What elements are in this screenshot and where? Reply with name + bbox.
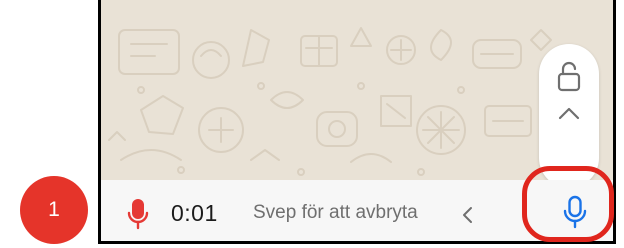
recording-mic-icon [127, 199, 149, 230]
swipe-to-cancel-hint[interactable]: Svep för att avbryta [253, 202, 418, 224]
lock-open-icon [557, 61, 581, 92]
step-number: 1 [48, 198, 60, 221]
chat-wallpaper [101, 0, 613, 180]
step-number-badge: 1 [20, 176, 88, 244]
chevron-left-icon [463, 207, 472, 223]
recording-timer: 0:01 [171, 200, 218, 226]
chevron-up-icon [558, 107, 580, 120]
doodle-pattern [101, 0, 613, 180]
highlight-ring [522, 166, 614, 242]
tutorial-screenshot: 1 0:01 Svep för att avbryta [0, 0, 624, 248]
